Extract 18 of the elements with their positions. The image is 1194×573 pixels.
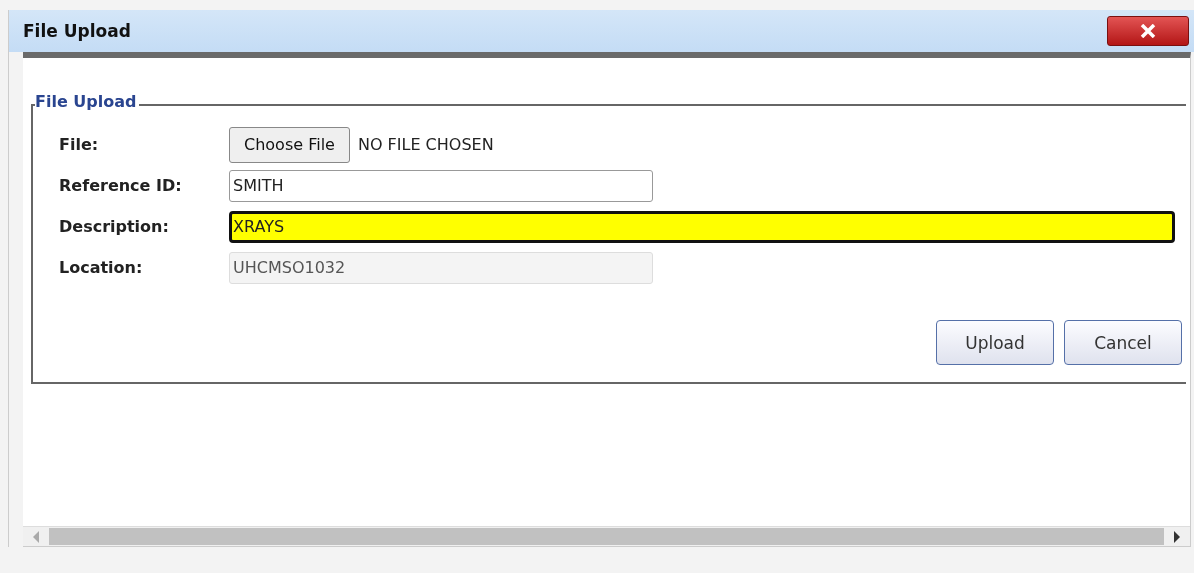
horizontal-scrollbar[interactable] bbox=[23, 526, 1190, 547]
text-field[interactable]: XRAYS bbox=[229, 210, 1175, 243]
scroll-left-icon[interactable] bbox=[32, 530, 40, 543]
scroll-right-icon[interactable] bbox=[1173, 530, 1181, 543]
field-label: Reference ID: bbox=[59, 176, 183, 195]
choose-file-button[interactable]: Choose File bbox=[229, 126, 350, 163]
close-icon bbox=[1140, 24, 1156, 38]
field-label: Description: bbox=[59, 217, 170, 236]
dialog-button[interactable]: Cancel bbox=[1064, 320, 1182, 365]
window-title: File Upload bbox=[23, 21, 131, 41]
fieldset-legend: File Upload bbox=[35, 92, 139, 111]
field-label: Location: bbox=[59, 258, 144, 277]
file-status: NO FILE CHOSEN bbox=[357, 135, 494, 154]
text-field[interactable]: SMITH bbox=[229, 169, 653, 202]
close-button[interactable] bbox=[1107, 16, 1189, 46]
dialog-button[interactable]: Upload bbox=[936, 320, 1054, 365]
scroll-thumb[interactable] bbox=[49, 528, 1164, 545]
field-label: File: bbox=[59, 135, 100, 154]
